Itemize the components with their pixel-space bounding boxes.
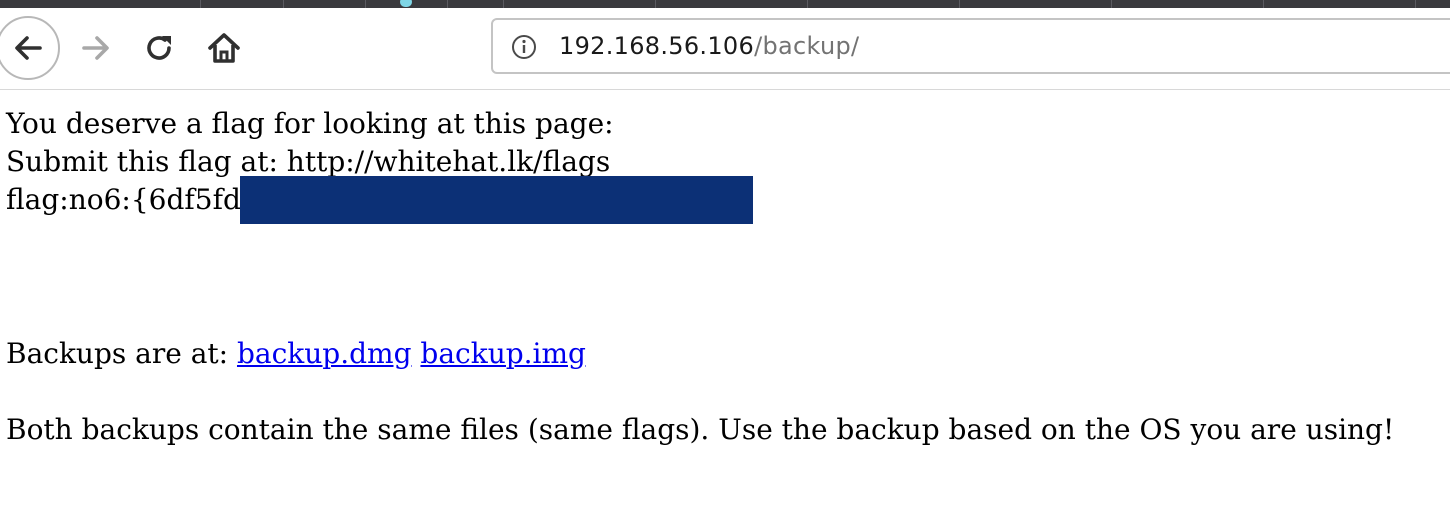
tab-separator xyxy=(959,0,960,8)
reload-button[interactable] xyxy=(140,28,180,68)
url-path: /backup/ xyxy=(754,32,860,60)
tab-separator xyxy=(447,0,448,8)
home-button[interactable] xyxy=(204,28,244,68)
backups-line: Backups are at: backup.dmg backup.img xyxy=(6,335,586,373)
tab-audio-indicator[interactable] xyxy=(400,0,412,7)
url-text[interactable]: 192.168.56.106/backup/ xyxy=(559,32,859,60)
back-arrow-icon xyxy=(15,36,42,60)
browser-toolbar: 192.168.56.106/backup/ xyxy=(0,8,1450,90)
redaction-box xyxy=(240,176,753,224)
backups-label: Backups are at: xyxy=(6,337,237,370)
tab-separator xyxy=(365,0,366,8)
tab-separator xyxy=(283,0,284,8)
tab-strip xyxy=(0,0,1450,8)
tab-separator xyxy=(1415,0,1416,8)
flag-intro-text: You deserve a flag for looking at this p… xyxy=(6,107,614,140)
home-icon xyxy=(208,33,240,63)
back-button[interactable] xyxy=(0,16,60,80)
backup-img-link[interactable]: backup.img xyxy=(420,337,586,370)
tab-separator xyxy=(655,0,656,8)
tab-separator xyxy=(807,0,808,8)
forward-arrow-icon xyxy=(82,36,109,60)
backup-dmg-link[interactable]: backup.dmg xyxy=(237,337,412,370)
tab-separator xyxy=(1263,0,1264,8)
tab-separator xyxy=(1111,0,1112,8)
forward-button[interactable] xyxy=(76,28,116,68)
info-icon[interactable] xyxy=(511,34,537,60)
tab-separator xyxy=(503,0,504,8)
url-host: 192.168.56.106 xyxy=(559,32,755,60)
address-bar[interactable]: 192.168.56.106/backup/ xyxy=(491,18,1450,74)
reload-icon xyxy=(147,36,171,60)
tab-separator xyxy=(200,0,201,8)
backups-note: Both backups contain the same files (sam… xyxy=(6,413,1395,446)
